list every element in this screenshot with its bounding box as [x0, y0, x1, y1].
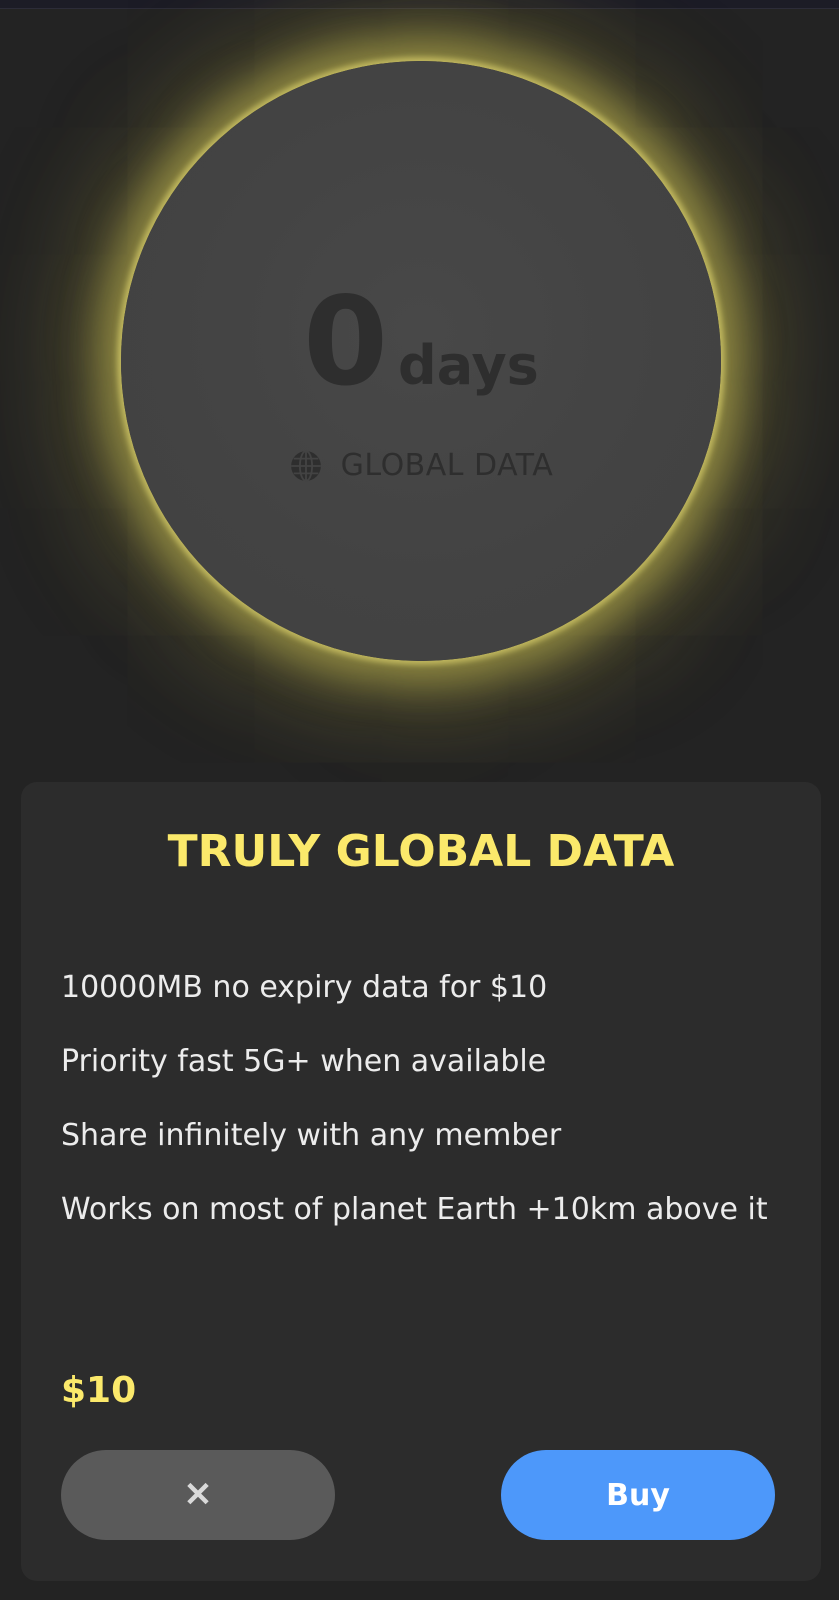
buy-button[interactable]: Buy	[501, 1450, 775, 1540]
feature-item: 10000MB no expiry data for $10	[61, 970, 548, 1005]
feature-item: Works on most of planet Earth +10km abov…	[61, 1192, 768, 1227]
data-type-label: GLOBAL DATA	[340, 448, 554, 483]
close-icon: ✕	[183, 1476, 213, 1514]
data-type-row: GLOBAL DATA	[121, 448, 721, 483]
plan-circle-container: 0 days GLOBAL DATA	[121, 61, 721, 661]
plan-circle: 0 days GLOBAL DATA	[121, 61, 721, 661]
plan-card: TRULY GLOBAL DATA 10000MB no expiry data…	[21, 782, 821, 1581]
price: $10	[61, 1370, 137, 1411]
days-display: 0 days	[121, 271, 721, 413]
feature-item: Priority fast 5G+ when available	[61, 1044, 547, 1079]
card-title: TRULY GLOBAL DATA	[167, 826, 675, 877]
close-button[interactable]: ✕	[61, 1450, 335, 1540]
days-unit: days	[398, 334, 539, 397]
days-value: 0	[303, 271, 388, 413]
globe-icon	[290, 449, 321, 482]
top-bar	[0, 0, 839, 9]
feature-item: Share infinitely with any member	[61, 1118, 562, 1153]
buy-button-label: Buy	[606, 1477, 670, 1513]
feature-list: 10000MB no expiry data for $10 Priority …	[61, 970, 768, 1266]
